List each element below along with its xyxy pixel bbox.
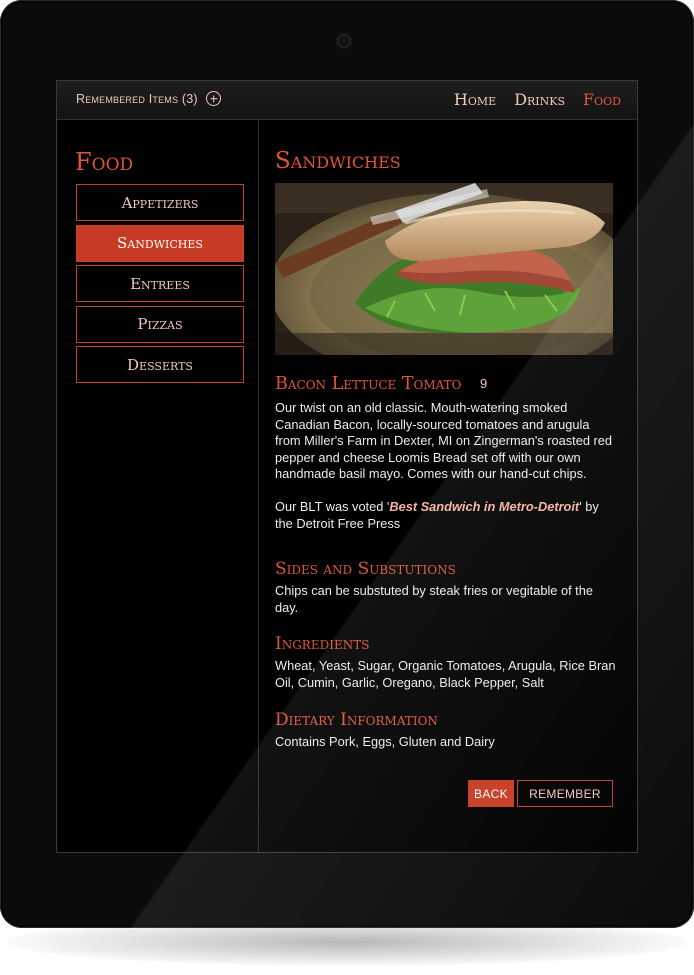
dietary-heading: Dietary Information [275, 710, 438, 730]
page-title: Sandwiches [275, 148, 401, 174]
remember-button[interactable]: REMEMBER [517, 780, 613, 807]
sidebar-title: Food [75, 148, 134, 176]
remembered-items-link[interactable]: Remembered Items (3) [76, 92, 198, 106]
dietary-text: Contains Pork, Eggs, Gluten and Dairy [275, 734, 495, 749]
category-desserts[interactable]: Desserts [76, 346, 244, 383]
nav-drinks[interactable]: Drinks [514, 90, 565, 109]
camera-icon [337, 34, 351, 48]
category-appetizers[interactable]: Appetizers [76, 184, 244, 221]
category-sidebar: Food Appetizers Sandwiches Entrees Pizza… [57, 120, 259, 852]
nav-food[interactable]: Food [583, 90, 621, 109]
dish-price: 9 [479, 376, 488, 391]
category-sandwiches[interactable]: Sandwiches [76, 224, 244, 262]
main-nav: Home Drinks Food [454, 90, 621, 109]
category-list: Appetizers Sandwiches Entrees Pizzas Des… [76, 184, 245, 387]
ingredients-text: Wheat, Yeast, Sugar, Organic Tomatoes, A… [275, 658, 616, 690]
award-title: Best Sandwich in Metro-Detroit [389, 499, 580, 514]
category-pizzas[interactable]: Pizzas [76, 305, 244, 343]
back-button[interactable]: BACK [468, 780, 514, 807]
ingredients-heading: Ingredients [275, 634, 370, 654]
sides-text: Chips can be substuted by steak fries or… [275, 583, 593, 615]
top-bar: Remembered Items (3) Home Drinks Food [57, 81, 637, 120]
category-entrees[interactable]: Entrees [76, 265, 244, 302]
dish-header: Bacon Lettuce Tomato 9 [275, 374, 487, 394]
app-screen: Remembered Items (3) Home Drinks Food Fo… [57, 81, 637, 852]
dish-name: Bacon Lettuce Tomato [275, 374, 462, 394]
sandwich-photo [275, 183, 613, 355]
dish-description: Our twist on an old classic. Mouth-water… [275, 400, 612, 482]
sides-heading: Sides and Substutions [275, 559, 456, 579]
plus-circle-icon[interactable] [206, 91, 221, 106]
sandwich-illustration [275, 183, 613, 355]
award-prefix: Our BLT was voted ' [275, 499, 390, 514]
nav-home[interactable]: Home [454, 90, 496, 109]
tablet-device: Remembered Items (3) Home Drinks Food Fo… [0, 0, 694, 928]
award-note: Our BLT was voted 'Best Sandwich in Metr… [275, 499, 617, 532]
